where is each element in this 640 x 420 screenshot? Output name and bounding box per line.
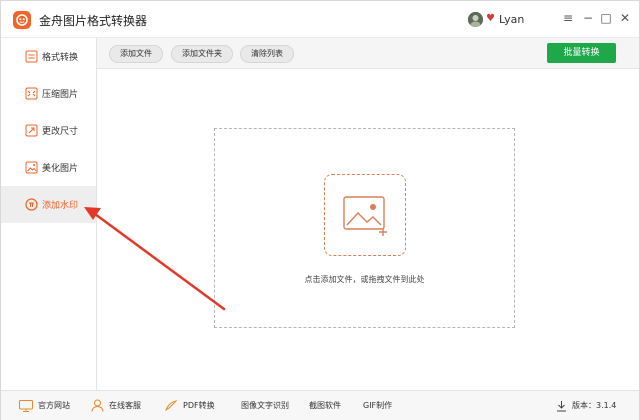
footer-ocr[interactable]: 图像文字识别	[241, 391, 289, 420]
sidebar-item-label: 美化图片	[42, 164, 79, 174]
avatar[interactable]	[468, 12, 483, 27]
pdf-icon	[164, 400, 178, 412]
sidebar-item-label: 格式转换	[42, 53, 79, 63]
sidebar-item-beautify-image[interactable]: 美化图片	[1, 149, 96, 186]
menu-icon[interactable]: ≡	[561, 11, 575, 25]
main-area: 点击添加文件，或拖拽文件到此处	[97, 69, 639, 389]
app-title: 金舟图片格式转换器	[39, 14, 148, 28]
sidebar-item-watermark[interactable]: 添加水印	[1, 186, 96, 223]
footer-gif-maker[interactable]: GIF制作	[363, 391, 392, 420]
vip-heart-icon: ♥	[486, 13, 495, 24]
toolbar: 添加文件 添加文件夹 清除列表 批量转换	[97, 38, 639, 69]
sidebar-item-format-convert[interactable]: 格式转换	[1, 38, 96, 75]
footer-item-label: PDF转换	[183, 401, 215, 410]
footer-official-site[interactable]: 官方网站	[19, 391, 70, 420]
title-bar: 金舟图片格式转换器 ♥ Lyan ≡ − □ ✕	[1, 1, 639, 38]
beautify-image-icon	[25, 161, 38, 174]
app-logo-icon	[13, 11, 31, 29]
user-name[interactable]: Lyan	[499, 13, 524, 26]
footer-screenshot[interactable]: 截图软件	[309, 391, 341, 420]
sidebar-item-label: 压缩图片	[42, 90, 79, 100]
resize-icon	[25, 124, 38, 137]
footer-online-service[interactable]: 在线客服	[91, 391, 141, 420]
minimize-button[interactable]: −	[581, 11, 595, 25]
footer-pdf-convert[interactable]: PDF转换	[164, 391, 215, 420]
close-button[interactable]: ✕	[618, 11, 632, 25]
sidebar: 格式转换 压缩图片 更改尺寸 美化图片 添加水印	[1, 38, 97, 390]
app-window: 金舟图片格式转换器 ♥ Lyan ≡ − □ ✕ 格式转换 压缩图片 更改尺寸 …	[0, 0, 640, 420]
sidebar-item-resize[interactable]: 更改尺寸	[1, 112, 96, 149]
download-icon	[557, 400, 566, 411]
maximize-button[interactable]: □	[599, 11, 613, 25]
version-label: 版本：	[572, 401, 596, 410]
compress-image-icon	[25, 87, 38, 100]
footer-item-label: GIF制作	[363, 401, 393, 410]
format-convert-icon	[25, 50, 38, 63]
footer-item-label: 在线客服	[109, 401, 141, 410]
add-image-icon	[324, 174, 406, 256]
version-value: 3.1.4	[596, 401, 617, 410]
add-folder-button[interactable]: 添加文件夹	[171, 45, 233, 63]
footer-bar: 官方网站 在线客服 PDF转换 图像文字识别 截图软件 GIF制作 版本： 3.…	[1, 390, 639, 420]
footer-item-label: 截图软件	[309, 401, 341, 410]
add-file-button[interactable]: 添加文件	[109, 45, 163, 63]
watermark-icon	[25, 198, 38, 211]
clear-list-button[interactable]: 清除列表	[240, 45, 294, 63]
sidebar-item-label: 添加水印	[42, 201, 79, 211]
sidebar-item-compress-image[interactable]: 压缩图片	[1, 75, 96, 112]
version-info: 版本： 3.1.4	[556, 391, 616, 420]
dropzone-hint: 点击添加文件，或拖拽文件到此处	[304, 275, 425, 284]
sidebar-item-label: 更改尺寸	[42, 127, 79, 137]
monitor-icon	[19, 399, 33, 412]
file-dropzone[interactable]: 点击添加文件，或拖拽文件到此处	[214, 128, 515, 328]
footer-item-label: 官方网站	[38, 401, 70, 410]
batch-convert-button[interactable]: 批量转换	[547, 43, 616, 63]
footer-item-label: 图像文字识别	[241, 401, 289, 410]
user-service-icon	[91, 399, 104, 412]
